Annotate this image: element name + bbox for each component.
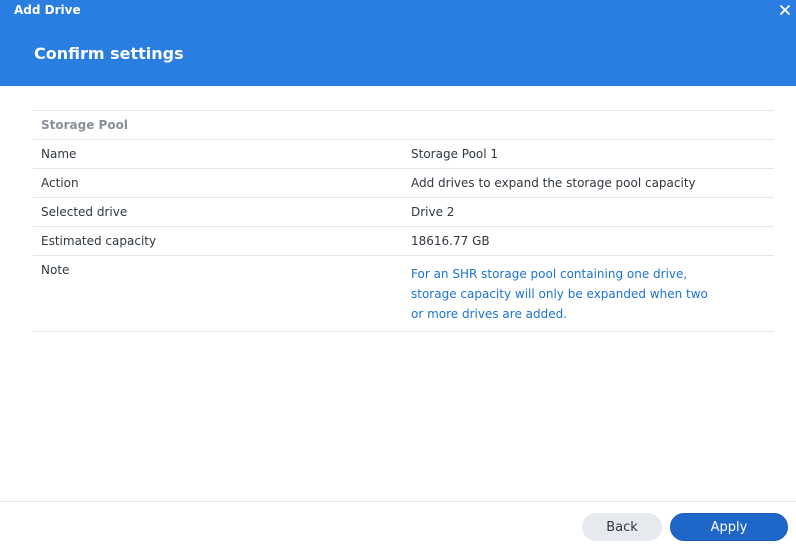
dialog-header: Add Drive Confirm settings: [0, 0, 796, 86]
row-label: Estimated capacity: [41, 234, 157, 248]
section-header: Storage Pool: [33, 110, 774, 139]
note-line: For an SHR storage pool containing one d…: [411, 267, 688, 281]
row-value: Storage Pool 1: [411, 147, 499, 161]
row-label: Selected drive: [41, 205, 128, 219]
back-button[interactable]: Back: [582, 513, 662, 541]
step-title: Confirm settings: [34, 44, 184, 63]
row-value: Drive 2: [411, 205, 455, 219]
row-label: Action: [41, 176, 79, 190]
window-title: Add Drive: [14, 3, 81, 17]
summary-row-note: Note For an SHR storage pool containing …: [33, 255, 774, 332]
close-button[interactable]: [774, 0, 796, 20]
row-label: Name: [41, 147, 77, 161]
settings-summary-table: Storage Pool Name Storage Pool 1 Action …: [33, 110, 774, 332]
apply-button[interactable]: Apply: [670, 513, 788, 541]
note-text: For an SHR storage pool containing one d…: [411, 264, 741, 324]
summary-row-name: Name Storage Pool 1: [33, 139, 774, 168]
row-value: Add drives to expand the storage pool ca…: [411, 176, 696, 190]
close-icon: [780, 5, 790, 15]
summary-row-action: Action Add drives to expand the storage …: [33, 168, 774, 197]
note-line: or more drives are added.: [411, 307, 568, 321]
row-value: 18616.77 GB: [411, 234, 490, 248]
dialog-footer: Back Apply: [0, 501, 796, 552]
row-label: Note: [41, 263, 70, 277]
summary-row-selected-drive: Selected drive Drive 2: [33, 197, 774, 226]
note-line: storage capacity will only be expanded w…: [411, 287, 708, 301]
summary-row-estimated-capacity: Estimated capacity 18616.77 GB: [33, 226, 774, 255]
section-title: Storage Pool: [41, 118, 128, 132]
